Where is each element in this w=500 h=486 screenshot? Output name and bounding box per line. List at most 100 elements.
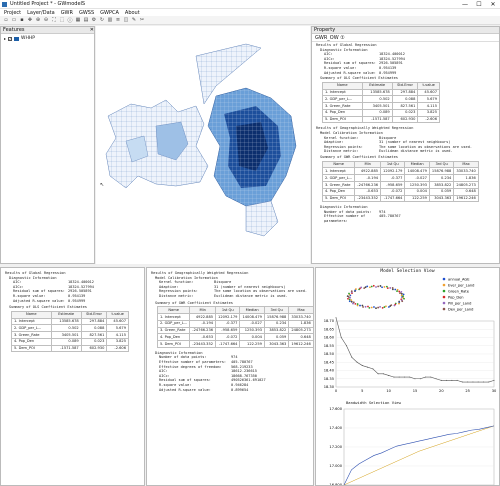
table-row: 1. Intercept 13585.678 297.884 45.607	[11, 317, 129, 326]
open-icon[interactable]: ▭	[11, 17, 17, 23]
model-dot	[377, 306, 380, 309]
identify-icon[interactable]: ⓘ	[67, 17, 73, 24]
legend-label: Dev_per_Land	[448, 308, 473, 312]
y-tick-label: 18.50	[324, 352, 335, 356]
map-canvas[interactable]: ↖	[96, 26, 310, 264]
model-dot	[370, 285, 373, 288]
model-dot	[346, 295, 349, 298]
model-dot	[383, 286, 386, 288]
pan-icon[interactable]: ✥	[27, 17, 33, 23]
select-icon[interactable]: ⬚	[59, 17, 65, 23]
close-icon[interactable]: ✕	[90, 27, 94, 33]
choropleth-map[interactable]: ↖	[96, 26, 310, 264]
x-tick-label: 10	[386, 389, 391, 393]
model-dot	[359, 304, 361, 307]
model-dot	[348, 300, 351, 303]
model-dot	[373, 306, 375, 308]
tool-icon[interactable]: ✎	[131, 17, 137, 23]
model-dot	[355, 288, 357, 290]
map-cursor-marker: ↖	[100, 182, 104, 188]
model-dot	[396, 290, 398, 293]
minimize-button[interactable]: —	[458, 0, 472, 9]
data-point	[361, 365, 363, 367]
model-dot	[398, 290, 401, 293]
data-point	[461, 381, 463, 383]
col-header: Std.Error	[391, 81, 419, 90]
global-report-panel: Results of Global Regression Diagnostic …	[0, 267, 145, 486]
y-tick-label: 17.600	[329, 407, 342, 411]
model-dot	[391, 288, 394, 291]
full-extent-icon[interactable]: ⛶	[51, 17, 57, 23]
maximize-button[interactable]: ☐	[472, 0, 486, 9]
table-row: 5. Dem_POI -1571.587 602.930 -2.606	[322, 115, 440, 124]
expand-icon[interactable]: ▸	[4, 36, 6, 41]
tool2-icon[interactable]: ✂	[139, 17, 145, 23]
layer-item[interactable]: ▸ ✓ WHHP	[1, 34, 94, 43]
ols-title: Summary of OLS Coefficient Estimates	[320, 76, 398, 81]
y-tick-label: 17.000	[329, 464, 342, 468]
tab-gwr-ow[interactable]: GWR_OW ①	[312, 34, 499, 42]
x-tick-label: 20	[439, 389, 444, 393]
table-row: 2. GDP_per_L... 0.502 0.088 5.679	[11, 324, 129, 333]
model-dot	[356, 303, 359, 305]
data-point	[493, 379, 495, 381]
menu-about[interactable]: About	[125, 10, 140, 16]
app-icon	[2, 1, 7, 7]
new-icon[interactable]: ▫	[3, 17, 9, 23]
legend-label: Ever_per_Land	[448, 284, 474, 288]
layer-name: WHHP	[21, 36, 35, 41]
menu-project[interactable]: Project	[4, 10, 21, 16]
model-dot	[354, 302, 357, 305]
model-dot	[350, 300, 353, 303]
grid-icon[interactable]: ▥	[107, 17, 113, 23]
settings-icon[interactable]: ⚙	[91, 17, 97, 23]
table-row: 1. Intercept 4922.885 12092.179 14008.479 15…	[321, 167, 479, 176]
data-point	[446, 379, 448, 381]
table-icon[interactable]: ▦	[75, 17, 81, 23]
table-row: 2. GDP_per_L... 0.502 0.088 5.679	[322, 95, 440, 104]
bandwidth-selection-title: Bandwidth Selection View	[346, 400, 401, 405]
model-dot	[366, 285, 369, 288]
close-button[interactable]: ✕	[486, 0, 500, 9]
menu-gwss[interactable]: GWSS	[79, 10, 94, 16]
y-tick-label: 18.40	[324, 369, 335, 373]
model-dot	[369, 286, 371, 289]
layers-icon[interactable]: ≡	[115, 17, 121, 23]
model-dot	[367, 305, 369, 308]
model-dot	[368, 306, 371, 309]
data-point	[472, 381, 474, 383]
chart-icon[interactable]: ▤	[83, 17, 89, 23]
zoom-out-icon[interactable]: ⊖	[43, 17, 49, 23]
property-report: Results of Global Regression Diagnostic …	[312, 42, 499, 225]
y-tick-label: 18.60	[324, 336, 335, 340]
table-row: 1. Intercept 4922.885 12092.179 14008.479 15…	[156, 312, 313, 321]
zoom-in-icon[interactable]: ⊕	[35, 17, 41, 23]
data-point	[467, 381, 469, 383]
map-region-west	[105, 99, 209, 189]
legend-marker	[442, 301, 446, 305]
menu-gwpca[interactable]: GWPCA	[100, 10, 119, 16]
model-dot	[364, 286, 367, 289]
table-row: 4. Pop_Den -0.653 -0.072 0.004 0.059 0.648	[156, 333, 313, 342]
table-row: 3. Green_Rate 3405.501 827.561 4.115	[322, 102, 440, 110]
x-tick-label: 25	[465, 389, 470, 393]
table-row: 4. Pop_Den 0.089 0.023 3.825	[322, 108, 440, 117]
table-row: 4. Pop_Den 0.089 0.023 3.825	[11, 337, 129, 346]
menu-layer-data[interactable]: Layer/Data	[27, 10, 55, 16]
model-dot	[403, 297, 405, 300]
checkbox[interactable]: ✓	[8, 36, 13, 41]
menu-gwr[interactable]: GWR	[61, 10, 73, 16]
model-dot	[385, 305, 387, 308]
table-row: 3. Green_Rate -24766.236 -958.659 1250.393 3…	[156, 326, 313, 335]
y-tick-label: 17.400	[329, 426, 342, 430]
table-row: 5. Dem_POI -23443.352 -1747.664 122.259 3043…	[156, 340, 313, 348]
map-icon[interactable]: ◫	[123, 17, 129, 23]
refresh-icon[interactable]: ↻	[99, 17, 105, 23]
save-icon[interactable]: ▪	[19, 17, 25, 23]
data-point	[377, 373, 379, 375]
toolbar: ▫ ▭ ▪ ✥ ⊕ ⊖ ⛶ ⬚ ⓘ ▦ ▤ ⚙ ↻ ▥ ≡ ◫ ✎ ✂	[0, 16, 500, 25]
data-point	[388, 374, 390, 376]
ols-table-bottom: Name Estimate Std.Error t-value 1. Intercep…	[11, 310, 129, 353]
data-point	[477, 381, 479, 383]
data-point	[340, 337, 342, 338]
